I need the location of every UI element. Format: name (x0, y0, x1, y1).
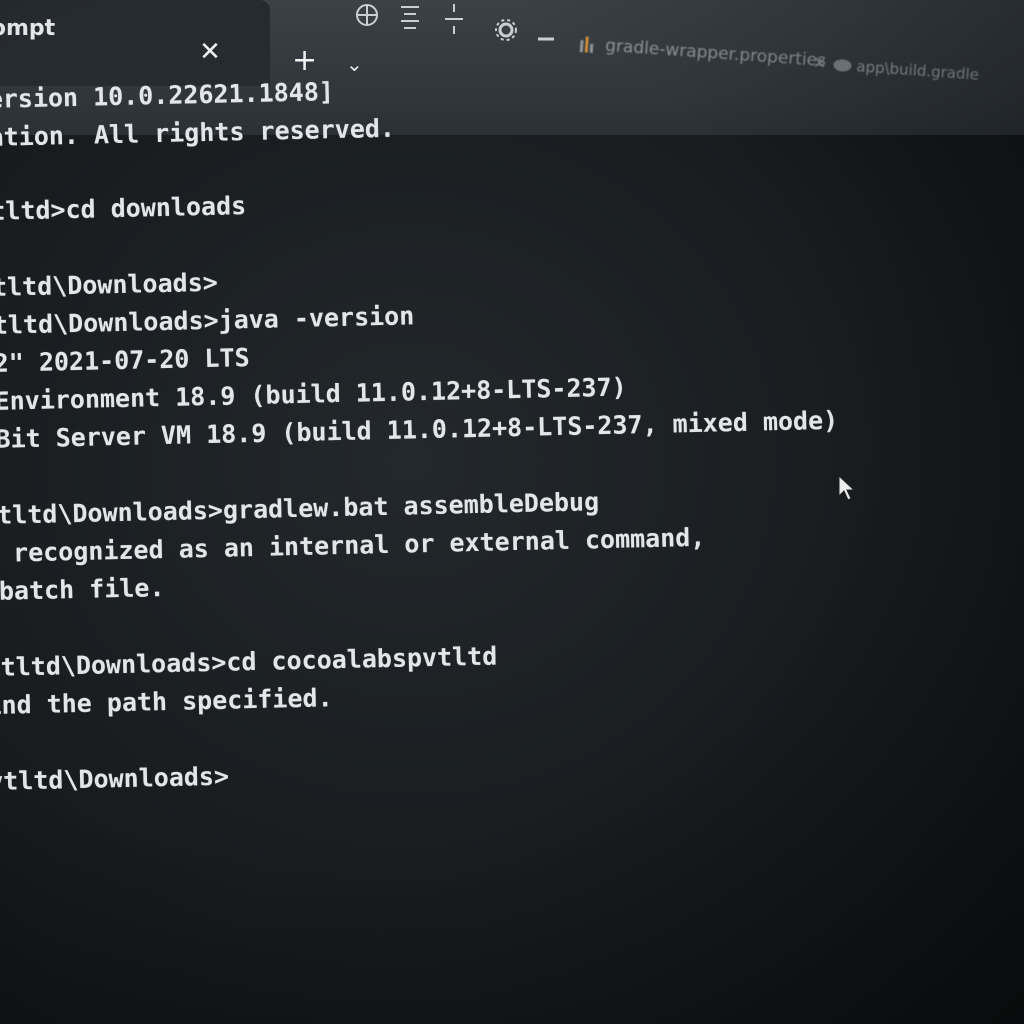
terminal-line: coalabspvtltd\Downloads> (0, 761, 230, 799)
terminal-line: coalabspvtltd>cd downloads (0, 191, 247, 229)
mouse-pointer-icon (838, 474, 856, 501)
terminal-line: ogram or batch file. (0, 573, 165, 606)
terminal-line: indows [Version 10.0.22621.1848] (0, 77, 335, 115)
terminal-line: coalabspvtltd\Downloads>cd cocoalabspvtl… (0, 641, 498, 685)
terminal-line: coalabspvtltd\Downloads>java -version (0, 301, 415, 343)
terminal-line: ft Corporation. All rights reserved. (0, 113, 396, 154)
terminal-line: t' is not recognized as an internal or e… (12, 522, 706, 568)
terminal-screen: rompt ✕ + ⌄ gradle-wrapper.properties × (0, 0, 1024, 1024)
terminal-line: n "11.0.12" 2021-07-20 LTS (0, 343, 250, 381)
terminal-output[interactable]: indows [Version 10.0.22621.1848]ft Corpo… (0, 0, 1024, 1024)
terminal-line: cannot find the path specified. (0, 683, 333, 721)
terminal-line: coalabspvtltd\Downloads> (0, 267, 219, 305)
